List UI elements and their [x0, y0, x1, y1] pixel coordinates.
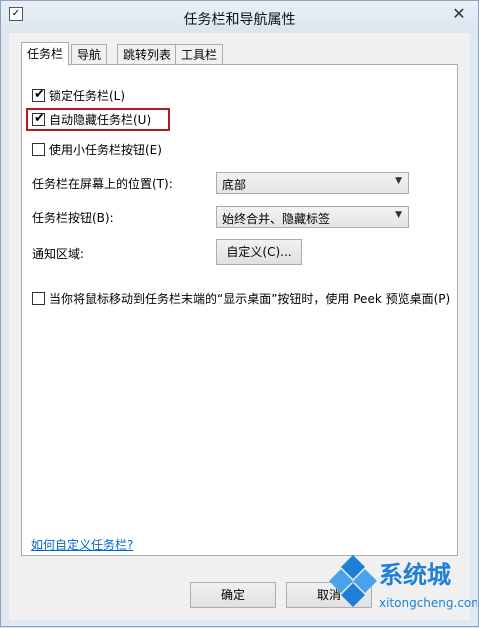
- lock-taskbar-checkbox[interactable]: ✔: [32, 87, 45, 102]
- close-button[interactable]: ✕: [448, 5, 470, 23]
- checkmark-icon: ✔: [34, 111, 45, 126]
- taskbar-buttons-select[interactable]: 始终合并、隐藏标签 ▼: [216, 206, 409, 228]
- tab-panel-taskbar: ✔ 锁定任务栏(L) ✔ 自动隐藏任务栏(U) 使用小任务栏按钮(E) 任务栏在…: [21, 64, 458, 556]
- tab-jump-lists[interactable]: 跳转列表: [117, 44, 178, 65]
- peek-label: 当你将鼠标移动到任务栏末端的“显示桌面”按钮时，使用 Peek 预览桌面(P): [49, 292, 451, 306]
- title-bar[interactable]: ✓ 任务栏和导航属性 ✕: [1, 1, 478, 33]
- customize-button[interactable]: 自定义(C)...: [216, 239, 302, 265]
- watermark: 系统城 xitongcheng.com: [321, 549, 479, 625]
- dialog-client-area: 任务栏 导航 跳转列表 工具栏 ✔ 锁定任务栏(L) ✔ 自动隐藏任务栏(U) …: [9, 33, 470, 620]
- taskbar-location-label: 任务栏在屏幕上的位置(T):: [32, 177, 173, 191]
- help-link[interactable]: 如何自定义任务栏?: [31, 536, 133, 553]
- window-title: 任务栏和导航属性: [183, 12, 296, 28]
- notification-area-label: 通知区域:: [32, 247, 85, 261]
- autohide-taskbar-checkbox[interactable]: ✔: [32, 111, 45, 126]
- tab-navigation[interactable]: 导航: [71, 44, 108, 65]
- taskbar-buttons-label: 任务栏按钮(B):: [32, 211, 114, 225]
- small-buttons-label: 使用小任务栏按钮(E): [49, 143, 162, 157]
- tab-taskbar[interactable]: 任务栏: [21, 42, 70, 66]
- watermark-brand: 系统城: [379, 561, 451, 589]
- small-buttons-checkbox[interactable]: [32, 143, 45, 156]
- taskbar-location-select[interactable]: 底部 ▼: [216, 172, 409, 194]
- dialog-window: ✓ 任务栏和导航属性 ✕ 任务栏 导航 跳转列表 工具栏 ✔ 锁定任务栏(L) …: [0, 0, 479, 627]
- watermark-url: xitongcheng.com: [379, 596, 477, 610]
- ok-button[interactable]: 确定: [190, 582, 276, 608]
- taskbar-location-value: 底部: [222, 178, 247, 192]
- peek-checkbox[interactable]: [32, 292, 45, 305]
- taskbar-buttons-value: 始终合并、隐藏标签: [222, 212, 331, 226]
- lock-taskbar-label: 锁定任务栏(L): [49, 89, 126, 103]
- autohide-taskbar-label: 自动隐藏任务栏(U): [49, 113, 152, 127]
- watermark-logo-icon: 系统城 xitongcheng.com: [329, 555, 479, 610]
- chevron-down-icon: ▼: [395, 210, 402, 220]
- checkmark-icon: ✔: [34, 87, 45, 102]
- chevron-down-icon: ▼: [395, 176, 402, 186]
- tab-toolbars[interactable]: 工具栏: [175, 44, 224, 65]
